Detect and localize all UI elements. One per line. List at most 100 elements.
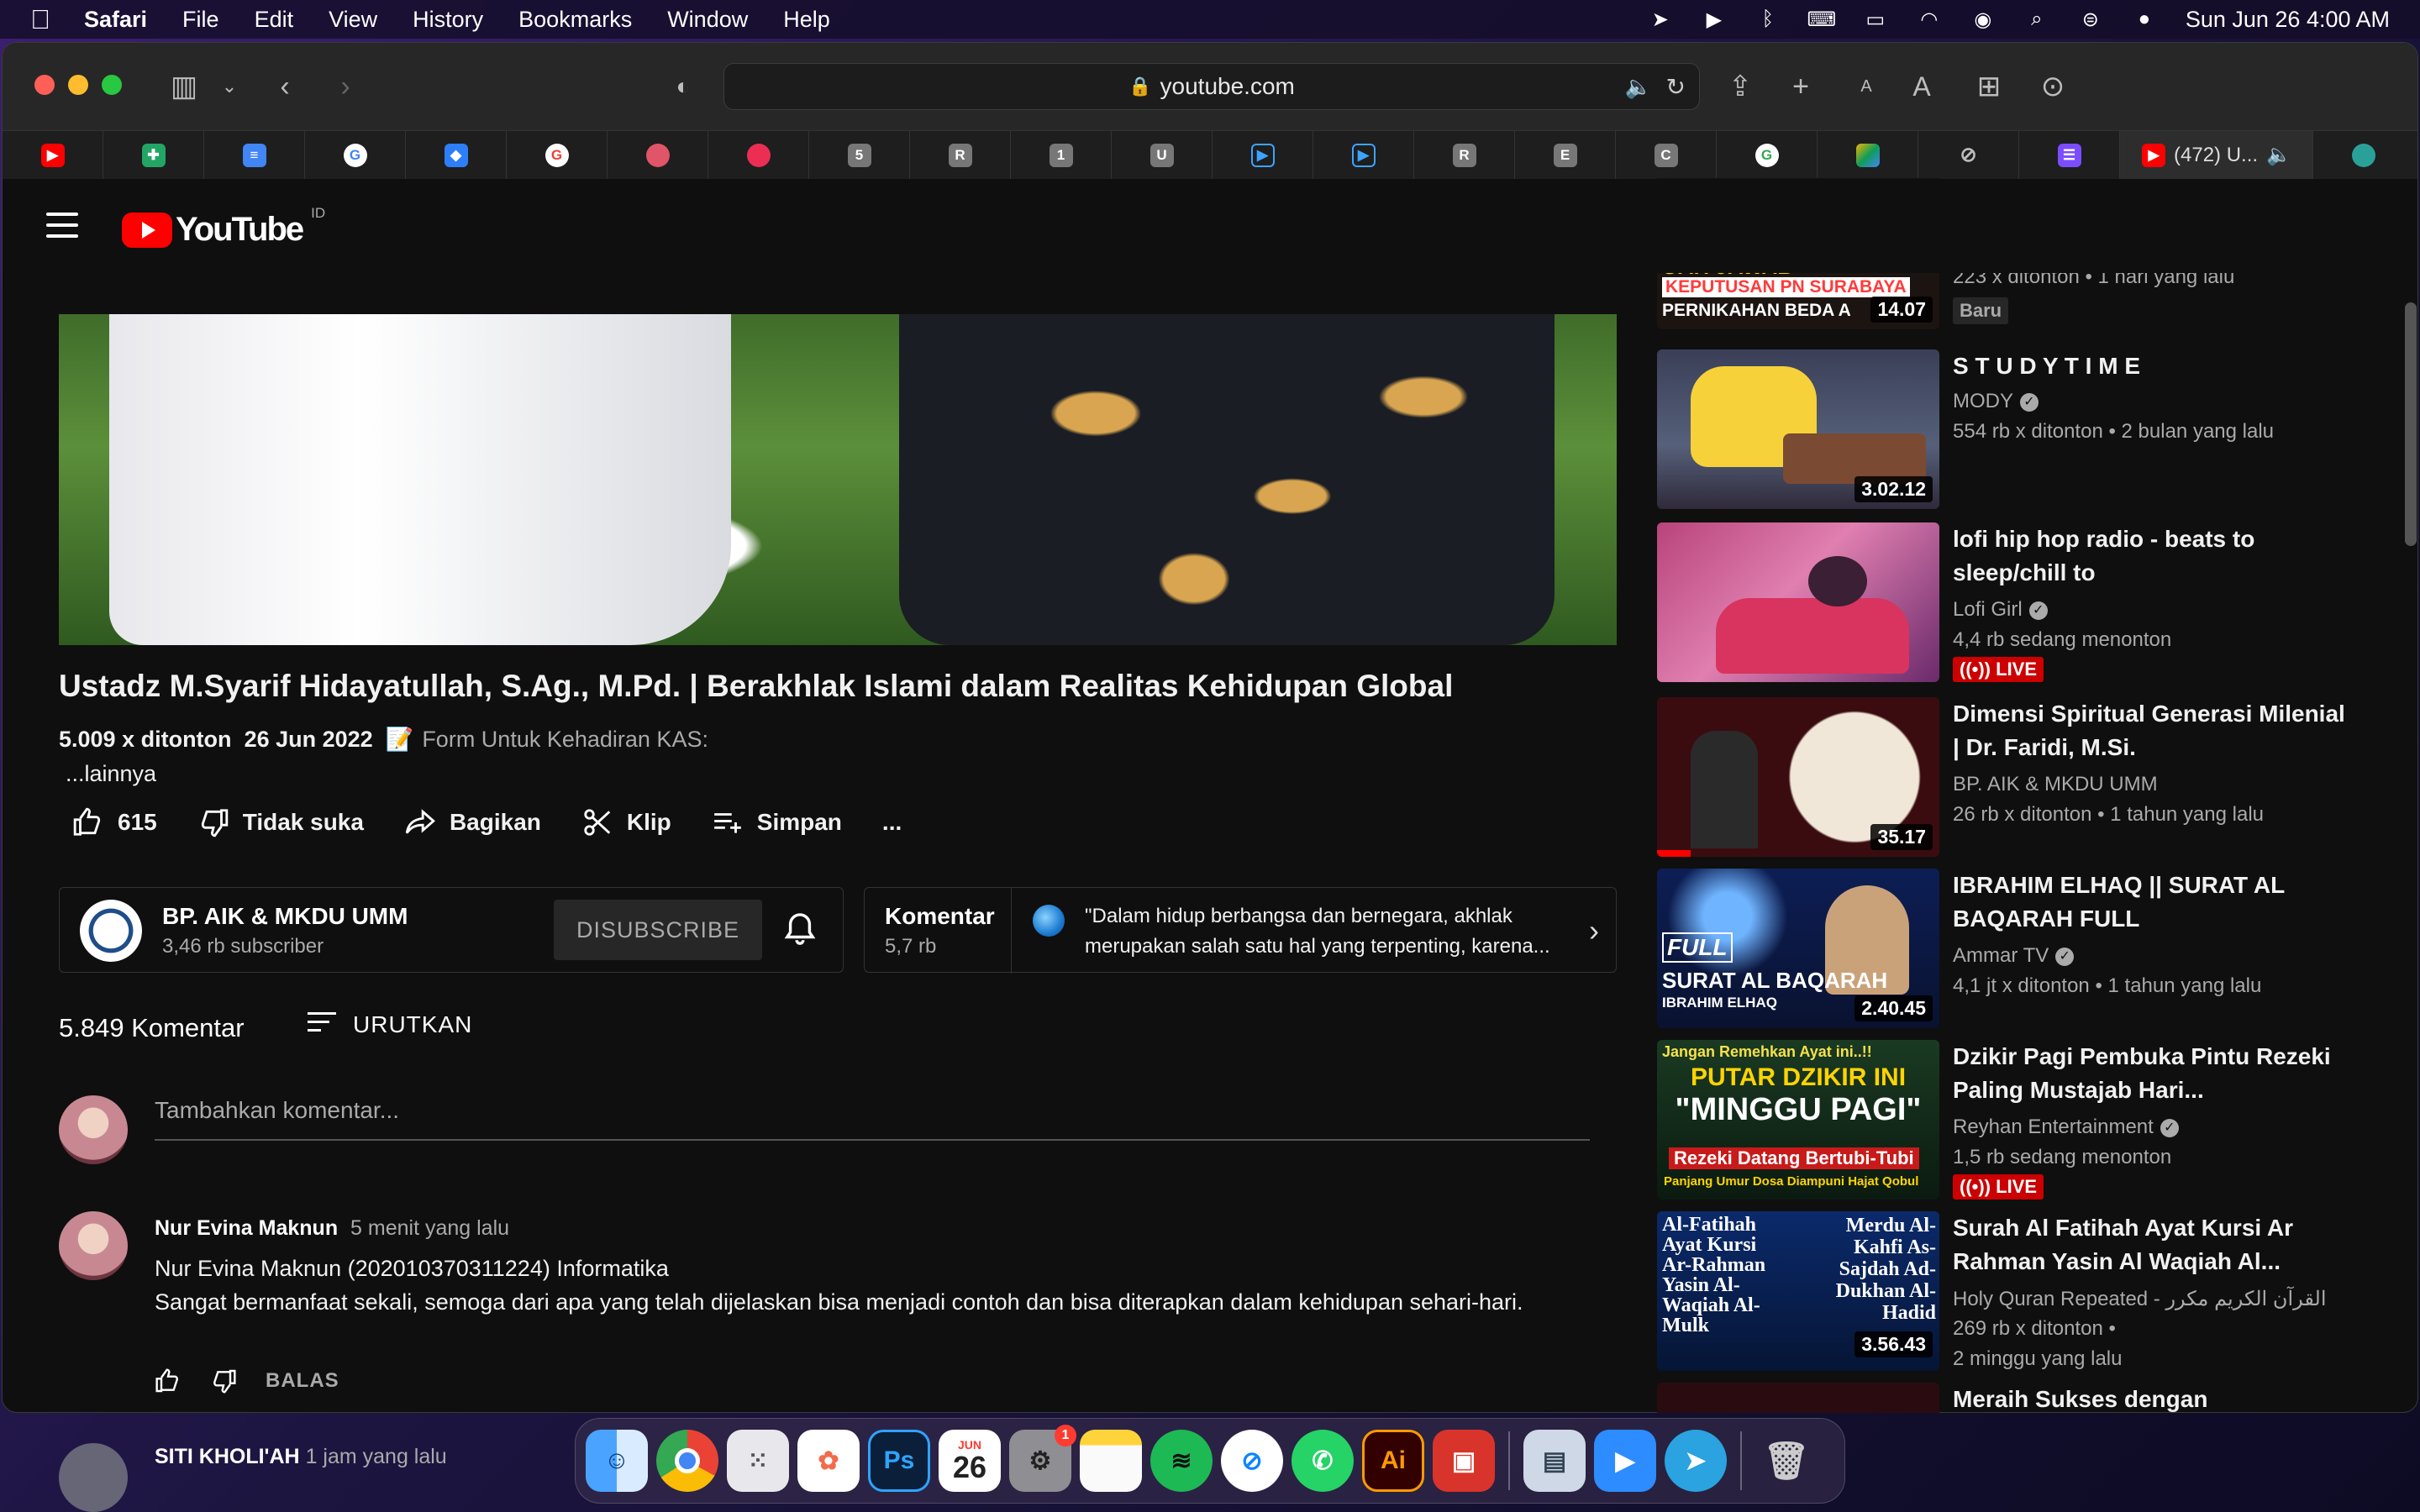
video-thumbnail[interactable]	[1657, 1383, 1939, 1413]
navigation-icon[interactable]: ➤	[1648, 7, 1673, 32]
control-center-icon[interactable]: ⊜	[2078, 7, 2103, 32]
recommended-video[interactable]: Al-Fatihah Ayat Kursi Ar-Rahman Yasin Al…	[1657, 1211, 2380, 1379]
larger-text-icon[interactable]: A	[1903, 68, 1940, 105]
chevron-right-icon[interactable]: ›	[1589, 913, 1599, 948]
tab-overview-icon[interactable]: ⊞	[1970, 68, 2007, 105]
telegram-icon[interactable]: ➤	[1665, 1430, 1727, 1492]
smaller-text-icon[interactable]: A	[1848, 68, 1885, 105]
illustrator-icon[interactable]: Ai	[1362, 1430, 1424, 1492]
battery-icon[interactable]: ▭	[1863, 7, 1888, 32]
reply-button[interactable]: BALAS	[266, 1369, 339, 1393]
tab-letter-e[interactable]: E	[1515, 130, 1616, 180]
channel-name[interactable]: Ammar TV	[1953, 944, 2049, 967]
recommended-video-channel[interactable]: Holy Quran Repeated - القرآن الكريم مكرر	[1953, 1287, 2327, 1311]
photos-icon[interactable]: ✿	[797, 1430, 860, 1492]
page-scrollbar[interactable]	[2405, 302, 2417, 546]
recommended-video[interactable]: 3.02.12 S T U D Y T I M E MODY ✓ 554 rb x…	[1657, 349, 2380, 509]
tab-audio-icon[interactable]: 🔈	[2266, 143, 2291, 167]
menu-window[interactable]: Window	[667, 7, 748, 33]
tab-compass[interactable]: ⊘	[1918, 130, 2019, 180]
tab-google-3[interactable]: G	[1717, 130, 1818, 180]
tab-video-1[interactable]: ▶	[1213, 130, 1313, 180]
apple-menu-icon[interactable]: 	[30, 4, 50, 35]
share-icon[interactable]: ⇪	[1722, 68, 1759, 105]
video-thumbnail[interactable]	[1657, 522, 1939, 682]
spotlight-search-icon[interactable]: ⌕	[2024, 7, 2049, 32]
clip-button[interactable]: Klip	[581, 806, 671, 838]
save-button[interactable]: Simpan	[712, 806, 842, 838]
comment-author-avatar[interactable]	[59, 1443, 128, 1512]
add-comment-input[interactable]: Tambahkan komentar...	[155, 1097, 1590, 1141]
video-player[interactable]	[59, 314, 1617, 645]
tab-google-1[interactable]: G	[305, 130, 406, 180]
menu-view[interactable]: View	[329, 7, 377, 33]
channel-name[interactable]: Lofi Girl	[1953, 598, 2023, 621]
thumbs-down-icon[interactable]	[210, 1368, 237, 1394]
user-icon[interactable]: ◉	[1970, 7, 1996, 32]
sort-comments-button[interactable]: URUTKAN	[308, 1011, 472, 1038]
like-button[interactable]: 615	[72, 806, 157, 838]
new-tab-icon[interactable]: +	[1782, 68, 1819, 105]
video-thumbnail[interactable]: 35.17	[1657, 697, 1939, 857]
thumbs-up-icon[interactable]	[155, 1368, 182, 1394]
tab-colorful[interactable]	[1818, 130, 1918, 180]
tab-google-2[interactable]: G	[507, 130, 608, 180]
photoshop-icon[interactable]: Ps	[868, 1430, 930, 1492]
preview-icon[interactable]: ▤	[1523, 1430, 1586, 1492]
tab-letter-r2[interactable]: R	[1414, 130, 1515, 180]
recommended-video[interactable]: lofi hip hop radio - beats to sleep/chil…	[1657, 522, 2380, 682]
tab-letter-5[interactable]: 5	[809, 130, 910, 180]
trash-icon[interactable]: 🗑	[1755, 1430, 1818, 1492]
channel-bell-icon[interactable]	[784, 911, 816, 953]
comments-teaser-card[interactable]: Komentar 5,7 rb "Dalam hidup berbangsa d…	[864, 887, 1617, 974]
system-settings-icon[interactable]: ⚙ 1	[1009, 1425, 1076, 1492]
subscribed-button[interactable]: DISUBSCRIBE	[554, 900, 762, 960]
youtube-logo[interactable]: YouTube ID	[122, 205, 325, 249]
menu-history[interactable]: History	[413, 7, 483, 33]
more-actions-button[interactable]: ...	[882, 809, 902, 836]
channel-name[interactable]: MODY	[1953, 390, 2013, 412]
tab-list[interactable]: ☰	[2019, 130, 2120, 180]
keyboard-icon[interactable]: ⌨	[1807, 7, 1837, 32]
photo-booth-icon[interactable]: ▣	[1433, 1430, 1495, 1492]
recommended-video[interactable]: FULL SURAT AL BAQARAH IBRAHIM ELHAQ 2.40…	[1657, 869, 2380, 1028]
menu-bookmarks[interactable]: Bookmarks	[518, 7, 632, 33]
comment-time[interactable]: 5 menit yang lalu	[350, 1216, 509, 1240]
zoom-icon[interactable]: ▶	[1594, 1430, 1656, 1492]
safari-icon[interactable]: ⊘	[1221, 1430, 1283, 1492]
dislike-button[interactable]: Tidak suka	[197, 806, 364, 838]
share-button[interactable]: Bagikan	[404, 806, 541, 838]
hamburger-menu-icon[interactable]	[46, 213, 78, 245]
close-window-button[interactable]	[34, 75, 55, 95]
menu-file[interactable]: File	[182, 7, 219, 33]
tab-video-2[interactable]: ▶	[1313, 130, 1414, 180]
recommended-video[interactable]: 35.17 Dimensi Spiritual Generasi Milenia…	[1657, 697, 2380, 857]
tab-diamond[interactable]: ◆	[406, 130, 507, 180]
video-thumbnail[interactable]: FULL SURAT AL BAQARAH IBRAHIM ELHAQ 2.40…	[1657, 869, 1939, 1028]
video-thumbnail[interactable]: 3.02.12	[1657, 349, 1939, 509]
bluetooth-icon[interactable]: ᛒ	[1755, 7, 1781, 32]
tab-youtube[interactable]: ▶	[3, 130, 103, 180]
calendar-icon[interactable]: JUN 26	[939, 1430, 1001, 1492]
forward-arrow-icon[interactable]: ›	[327, 68, 364, 105]
chrome-icon[interactable]	[656, 1430, 718, 1492]
notes-icon[interactable]	[1080, 1430, 1142, 1492]
address-bar[interactable]: 🔒 youtube.com 🔈 ↻	[723, 63, 1700, 110]
comment-author-name[interactable]: SITI KHOLI'AH	[155, 1445, 300, 1468]
spotify-icon[interactable]: ≋	[1150, 1430, 1213, 1492]
chevron-down-icon[interactable]: ⌄	[211, 68, 248, 105]
back-arrow-icon[interactable]: ‹	[266, 68, 303, 105]
recommended-video-channel[interactable]: BP. AIK & MKDU UMM	[1953, 773, 2158, 796]
video-thumbnail[interactable]: Jangan Remehkan Ayat ini..!! PUTAR DZIKI…	[1657, 1040, 1939, 1200]
finder-icon[interactable]: ☺	[586, 1430, 648, 1492]
menu-app-name[interactable]: Safari	[84, 7, 147, 33]
tab-sheets[interactable]: ✚	[103, 130, 204, 180]
minimize-window-button[interactable]	[68, 75, 88, 95]
tab-letter-u[interactable]: U	[1112, 130, 1213, 180]
channel-avatar[interactable]	[80, 900, 142, 962]
tab-docs[interactable]: ≡	[204, 130, 305, 180]
wifi-icon[interactable]: ◠	[1917, 7, 1942, 32]
channel-name[interactable]: Reyhan Entertainment	[1953, 1116, 2154, 1138]
recommended-video[interactable]: Meraih Sukses dengan	[1657, 1383, 2380, 1413]
reload-icon[interactable]: ↻	[1666, 73, 1686, 101]
